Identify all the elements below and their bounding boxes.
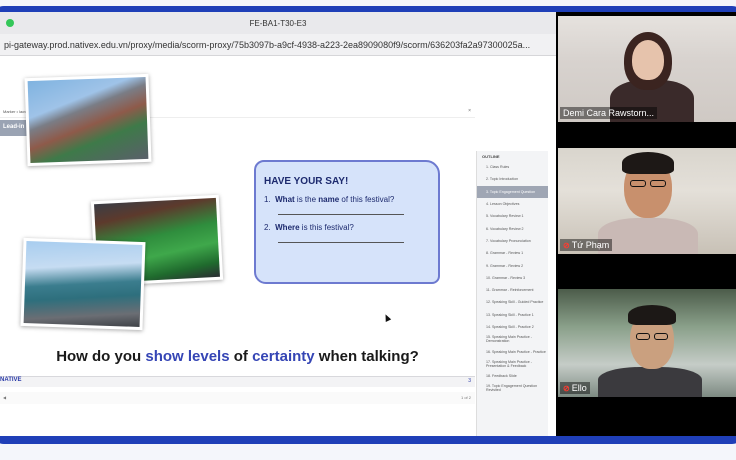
outline-item[interactable]: 5. Vocabulary Review 1: [477, 210, 548, 222]
answer-line-2: [278, 242, 404, 243]
question-highlight-2: certainty: [252, 348, 315, 365]
outline-title: OUTLINE: [482, 154, 500, 159]
outline-item[interactable]: 16. Speaking Main Practice - Practice: [477, 345, 548, 357]
outline-item[interactable]: 7. Vocabulary Pronunciation: [477, 235, 548, 247]
participant-2-hair: [622, 152, 674, 174]
q1-number: 1.: [264, 195, 271, 204]
q1-text-mid: is the: [294, 195, 319, 204]
window-titlebar: FE-BA1-T30-E3: [0, 12, 556, 34]
question-2: 2. Where is this festival?: [264, 223, 428, 232]
close-icon[interactable]: ×: [468, 108, 471, 114]
speaker-icon[interactable]: ◀︎: [3, 395, 6, 400]
slide-footer: NATIVE 3: [0, 376, 475, 387]
url-bar[interactable]: pi-gateway.prod.nativex.edu.vn/proxy/med…: [0, 34, 556, 56]
q2-keyword-where: Where: [275, 223, 300, 232]
participant-3-body: [598, 367, 702, 397]
glasses-left-icon: [636, 333, 650, 340]
card-title: HAVE YOUR SAY!: [264, 176, 349, 187]
outline-item[interactable]: 18. Feedback Slide: [477, 370, 548, 382]
q2-number: 2.: [264, 223, 271, 232]
outline-item[interactable]: 8. Grammar - Review 1: [477, 247, 548, 259]
participant-video-1[interactable]: Demi Cara Rawstorn...: [558, 16, 736, 122]
outline-item[interactable]: 9. Grammar - Review 2: [477, 259, 548, 271]
outline-item[interactable]: 17. Speaking Main Practice - Presentatio…: [477, 358, 548, 370]
participant-video-3[interactable]: ⊘ Ello: [558, 289, 736, 397]
q1-text-end: of this festival?: [339, 195, 395, 204]
outline-item[interactable]: 13. Speaking Skill - Practice 1: [477, 309, 548, 321]
participant-1-name: Demi Cara Rawstorn...: [563, 108, 655, 118]
glasses-left-icon: [630, 180, 646, 187]
outline-item[interactable]: 19. Topic Engagement Question Revisited: [477, 382, 548, 394]
slide-question: How do you show levels of certainty when…: [0, 348, 475, 365]
outline-list: 1. Class Rules 2. Topic Introduction 3. To…: [477, 161, 548, 395]
question-part-3: when talking?: [314, 348, 419, 365]
viewer-bottom-bar: ◀︎ 1 of 2: [0, 392, 475, 404]
window-green-dot-icon[interactable]: [6, 19, 14, 27]
q1-keyword-name: name: [318, 195, 340, 204]
page-count: 1 of 2: [460, 395, 471, 400]
festival-photo-truck: [20, 237, 146, 331]
festival-photo-street: [24, 73, 152, 167]
participant-1-face: [632, 40, 664, 80]
participant-2-name: Tứ Phạm: [571, 240, 610, 250]
outline-item[interactable]: 12. Speaking Skill - Guided Practice: [477, 296, 548, 308]
meeting-screen: FE-BA1-T30-E3 pi-gateway.prod.nativex.ed…: [0, 12, 736, 436]
outline-item[interactable]: 3. Topic Engagement Question: [477, 185, 548, 198]
outline-item[interactable]: 15. Speaking Main Practice - Demonstrati…: [477, 333, 548, 345]
viewer-tab-marker[interactable]: Marker • laos: [3, 109, 26, 114]
participant-2-name-tag: ⊘ Tứ Phạm: [560, 239, 613, 251]
outline-item[interactable]: 11. Grammar - Reinforcement: [477, 284, 548, 296]
brand-logo: NATIVE: [0, 377, 22, 383]
participant-2-body: [598, 218, 698, 254]
app-frame: FE-BA1-T30-E3 pi-gateway.prod.nativex.ed…: [0, 0, 736, 460]
participant-1-name-tag: Demi Cara Rawstorn...: [560, 107, 658, 119]
outline-item[interactable]: 14. Speaking Skill - Practice 2: [477, 321, 548, 333]
question-part-2: of: [229, 348, 253, 365]
outline-item[interactable]: 10. Grammar - Review 3: [477, 272, 548, 284]
q2-text-end: is this festival?: [299, 223, 354, 232]
question-part-1: How do you: [56, 348, 146, 365]
have-your-say-card: HAVE YOUR SAY! 1. What is the name of th…: [254, 160, 440, 284]
url-text: pi-gateway.prod.nativex.edu.vn/proxy/med…: [4, 39, 531, 50]
window-title: FE-BA1-T30-E3: [249, 18, 307, 28]
glasses-right-icon: [654, 333, 668, 340]
q1-keyword-what: What: [275, 195, 295, 204]
question-highlight-1: show levels: [145, 348, 230, 365]
glasses-right-icon: [650, 180, 666, 187]
question-1: 1. What is the name of this festival?: [264, 195, 428, 204]
participant-3-hair: [628, 305, 676, 325]
mic-muted-icon: ⊘: [563, 383, 570, 393]
slide-number: 3: [468, 378, 471, 384]
participant-3-name: Ello: [571, 383, 587, 393]
participant-video-2[interactable]: ⊘ Tứ Phạm: [558, 148, 736, 254]
outline-item[interactable]: 2. Topic Introduction: [477, 173, 548, 185]
answer-line-1: [278, 214, 404, 215]
outline-sidebar: OUTLINE 1. Class Rules 2. Topic Introduct…: [476, 151, 548, 436]
outline-item[interactable]: 4. Lesson Objectives: [477, 198, 548, 210]
mic-muted-icon: ⊘: [563, 240, 570, 250]
outline-item[interactable]: 6. Vocabulary Review 2: [477, 222, 548, 234]
outline-item[interactable]: 1. Class Rules: [477, 161, 548, 173]
participant-3-name-tag: ⊘ Ello: [560, 382, 590, 394]
